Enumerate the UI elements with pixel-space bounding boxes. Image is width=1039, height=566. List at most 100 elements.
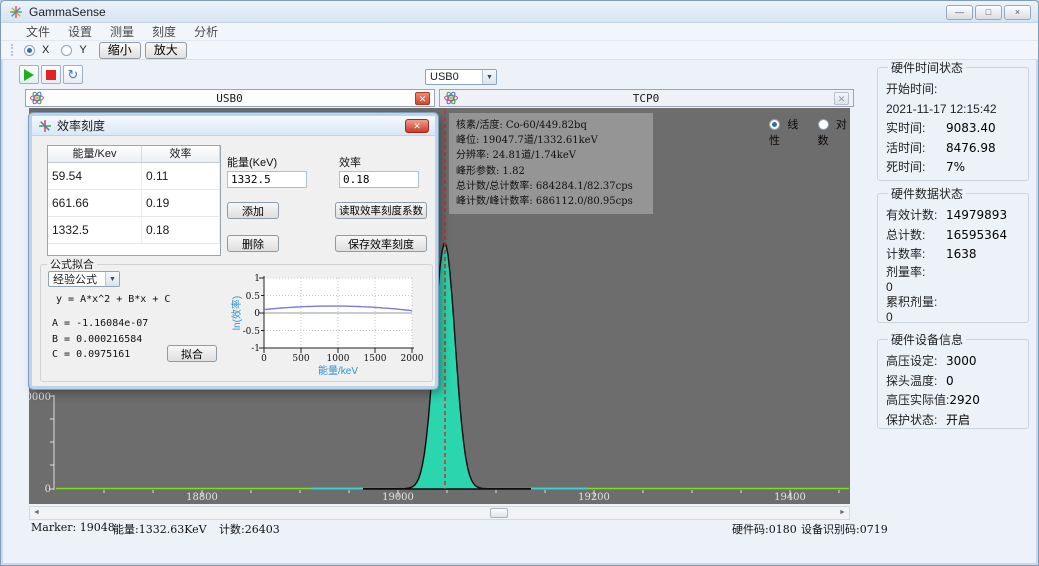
menu-calibration[interactable]: 刻度 xyxy=(143,23,185,40)
zoom-in-button[interactable]: 放大 xyxy=(145,42,187,59)
status-energy: 能量:1332.63KeV xyxy=(113,521,207,537)
x-axis-label: 19400 xyxy=(774,492,806,503)
menu-measure[interactable]: 测量 xyxy=(101,23,143,40)
scrollbar-thumb[interactable] xyxy=(490,508,508,518)
device-select[interactable]: USB0 ▼ xyxy=(425,69,497,85)
menu-analysis[interactable]: 分析 xyxy=(185,23,227,40)
minimize-button[interactable]: — xyxy=(946,5,973,20)
probe-temp-label: 探头温度: xyxy=(886,372,946,392)
fit-button[interactable]: 拟合 xyxy=(167,345,217,362)
accumulated-dose-label: 累积剂量: xyxy=(886,295,946,310)
start-time-value: 2021-11-17 12:15:42 xyxy=(886,100,997,120)
overlay-resolution: 分辨率: 24.81道/1.74keV xyxy=(456,148,646,163)
dialog-title-bar[interactable]: 效率刻度 ✕ xyxy=(32,116,435,136)
axis-x-radio[interactable] xyxy=(24,45,35,56)
x-axis-label: 19000 xyxy=(382,492,414,503)
y-axis-bottom-label: 0 xyxy=(45,484,51,495)
add-button[interactable]: 添加 xyxy=(227,202,279,219)
valid-counts-label: 有效计数: xyxy=(886,206,946,226)
dead-time-value: 7% xyxy=(946,158,965,178)
spectrum-tab-icon xyxy=(30,91,44,105)
table-row[interactable]: 59.54 0.11 xyxy=(48,163,220,190)
x-axis-label: 19200 xyxy=(578,492,610,503)
menu-file[interactable]: 文件 xyxy=(17,23,59,40)
efficiency-calibration-dialog: 效率刻度 ✕ 能量/Kev 效率 59.54 0.11 661.66 0.19 … xyxy=(29,113,438,389)
start-button[interactable] xyxy=(19,65,39,84)
dialog-title: 效率刻度 xyxy=(57,117,105,134)
table-row[interactable]: 661.66 0.19 xyxy=(48,190,220,217)
close-button[interactable]: × xyxy=(1004,5,1031,20)
real-time-value: 9083.40 xyxy=(946,119,996,139)
stop-icon xyxy=(46,70,56,80)
coefficient-b: B = 0.000216584 xyxy=(52,334,142,345)
group-title: 硬件设备信息 xyxy=(888,331,966,348)
overlay-peak-shape: 峰形参数: 1.82 xyxy=(456,164,646,179)
chevron-down-icon: ▼ xyxy=(482,70,496,84)
coefficient-a: A = -1.16084e-07 xyxy=(52,318,148,329)
tab-usb0-close-icon[interactable]: ✕ xyxy=(415,92,430,105)
save-calibration-button[interactable]: 保存效率刻度 xyxy=(335,235,427,252)
scroll-right-icon[interactable]: ► xyxy=(836,507,849,519)
zoom-out-button[interactable]: 缩小 xyxy=(99,42,141,59)
table-header-energy: 能量/Kev xyxy=(48,146,142,162)
hv-actual-label: 高压实际值: xyxy=(886,391,949,411)
dose-rate-value: 0 xyxy=(886,280,893,295)
svg-text:1000: 1000 xyxy=(327,354,350,364)
spectrum-tab-icon xyxy=(444,91,458,105)
svg-text:2000: 2000 xyxy=(401,354,424,364)
refresh-button[interactable]: ↻ xyxy=(63,65,83,84)
overlay-total-counts: 总计数/总计数率: 684284.1/82.37cps xyxy=(456,179,646,194)
read-coefficients-button[interactable]: 读取效率刻度系数 xyxy=(335,202,427,219)
live-time-value: 8476.98 xyxy=(946,139,996,159)
window-title: GammaSense xyxy=(29,5,106,19)
play-icon xyxy=(24,69,34,81)
log-scale-radio[interactable] xyxy=(818,119,829,130)
fit-chart-ylabel: ln(效率) xyxy=(230,296,243,330)
svg-text:-0.5: -0.5 xyxy=(243,327,261,337)
coefficient-c: C = 0.0975161 xyxy=(52,349,130,360)
scale-radio-group: 线性 对数 xyxy=(769,116,850,148)
linear-scale-radio[interactable] xyxy=(769,119,780,130)
tab-tcp0-close-icon[interactable]: ✕ xyxy=(834,92,849,105)
valid-counts-value: 14979893 xyxy=(946,206,1007,226)
stop-button[interactable] xyxy=(41,65,61,84)
refresh-icon: ↻ xyxy=(68,69,79,81)
x-axis-label: 18800 xyxy=(186,492,218,503)
svg-text:0: 0 xyxy=(254,309,260,319)
axis-x-label: X xyxy=(42,44,49,56)
accumulated-dose-value: 0 xyxy=(886,310,893,325)
table-row[interactable]: 1332.5 0.18 xyxy=(48,217,220,244)
menu-settings[interactable]: 设置 xyxy=(59,23,101,40)
hardware-time-status-group: 硬件时间状态 开始时间: 2021-11-17 12:15:42 实时间:908… xyxy=(877,59,1029,181)
axis-y-radio[interactable] xyxy=(61,45,72,56)
calibration-table[interactable]: 能量/Kev 效率 59.54 0.11 661.66 0.19 1332.5 … xyxy=(47,145,221,256)
formula-select-value: 经验公式 xyxy=(49,271,105,287)
status-counts: 计数:26403 xyxy=(219,521,280,537)
efficiency-field[interactable] xyxy=(339,171,419,188)
device-select-value: USB0 xyxy=(426,71,482,83)
app-icon xyxy=(9,5,23,19)
chevron-down-icon: ▼ xyxy=(105,272,119,286)
horizontal-scrollbar[interactable]: ◄ ► xyxy=(29,506,850,520)
svg-text:-1: -1 xyxy=(251,344,260,354)
app-window: GammaSense — □ × 文件 设置 测量 刻度 分析 X Y 缩小 放… xyxy=(0,0,1039,566)
scroll-left-icon[interactable]: ◄ xyxy=(30,507,43,519)
energy-field[interactable] xyxy=(227,171,307,188)
svg-text:1: 1 xyxy=(254,274,260,284)
group-title: 硬件数据状态 xyxy=(888,185,966,202)
overlay-peak-counts: 峰计数/峰计数率: 686112.0/80.95cps xyxy=(456,194,646,209)
overlay-peak-position: 峰位: 19047.7道/1332.61keV xyxy=(456,133,646,148)
dialog-close-button[interactable]: ✕ xyxy=(405,119,429,133)
delete-button[interactable]: 删除 xyxy=(227,235,279,252)
table-header-efficiency: 效率 xyxy=(142,146,220,162)
status-marker: Marker: 19048 xyxy=(31,521,115,534)
tab-usb0[interactable]: USB0 ✕ xyxy=(25,89,435,107)
formula-select[interactable]: 经验公式 ▼ xyxy=(48,271,120,287)
tab-tcp0[interactable]: TCP0 ✕ xyxy=(439,89,854,107)
live-time-label: 活时间: xyxy=(886,139,946,159)
formula-text: y = A*x^2 + B*x + C xyxy=(56,294,170,305)
probe-temp-value: 0 xyxy=(946,372,954,392)
energy-field-label: 能量(KeV) xyxy=(227,154,277,170)
dead-time-label: 死时间: xyxy=(886,158,946,178)
maximize-button[interactable]: □ xyxy=(975,5,1002,20)
